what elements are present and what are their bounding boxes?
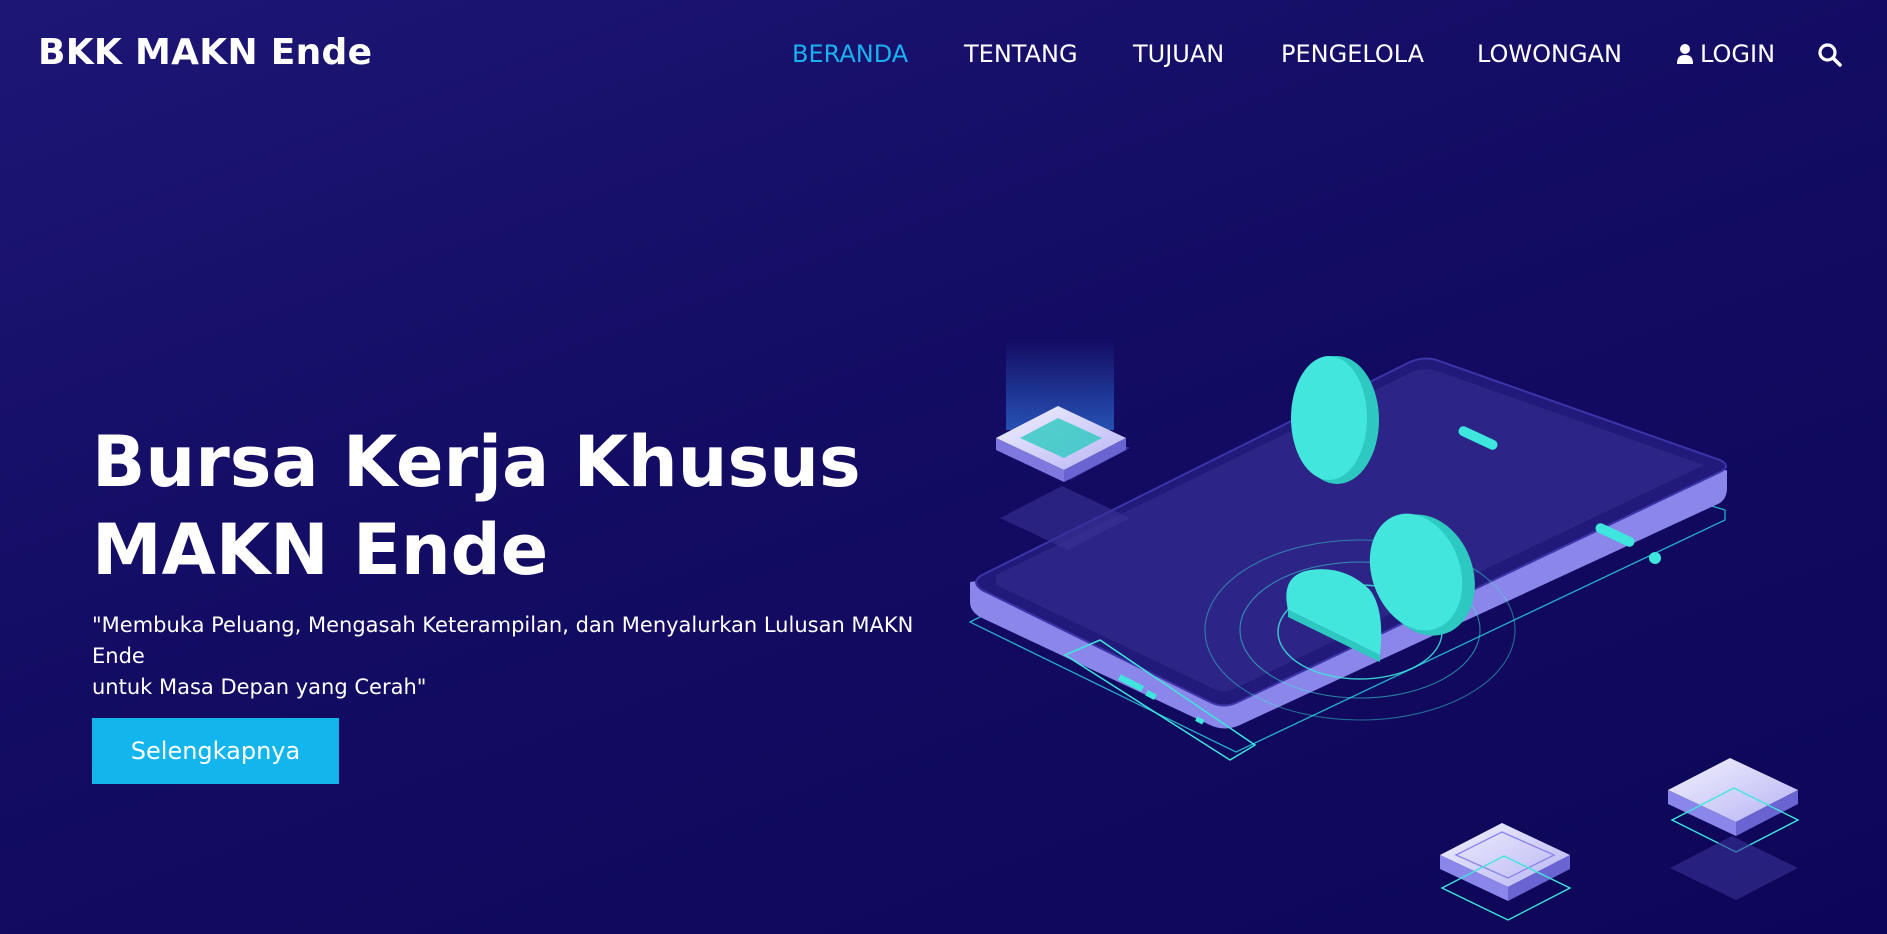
selengkapnya-button[interactable]: Selengkapnya [92, 718, 339, 784]
hero-subtitle-line-1: "Membuka Peluang, Mengasah Keterampilan,… [92, 613, 914, 668]
navbar: BKK MAKN Ende BERANDA TENTANG TUJUAN PEN… [0, 0, 1887, 108]
hero-title-line-1: Bursa Kerja Khusus [92, 421, 861, 503]
login-link[interactable]: LOGIN [1676, 40, 1775, 68]
hero-title-line-2: MAKN Ende [92, 509, 549, 591]
hero-subtitle: "Membuka Peluang, Mengasah Keterampilan,… [92, 610, 932, 703]
hero-title: Bursa Kerja Khusus MAKN Ende [92, 418, 892, 594]
nav-link-tujuan[interactable]: TUJUAN [1133, 40, 1224, 68]
user-icon [1677, 44, 1693, 64]
brand-logo-text[interactable]: BKK MAKN Ende [38, 32, 372, 73]
hero-subtitle-line-2: untuk Masa Depan yang Cerah" [92, 675, 427, 699]
search-icon[interactable] [1817, 42, 1843, 68]
login-label: LOGIN [1700, 40, 1776, 68]
nav-link-pengelola[interactable]: PENGELOLA [1281, 40, 1424, 68]
nav-link-lowongan[interactable]: LOWONGAN [1477, 40, 1622, 68]
isometric-smartphone-illustration-icon [968, 340, 1800, 921]
nav-link-tentang[interactable]: TENTANG [964, 40, 1078, 68]
nav-link-beranda[interactable]: BERANDA [792, 40, 908, 68]
